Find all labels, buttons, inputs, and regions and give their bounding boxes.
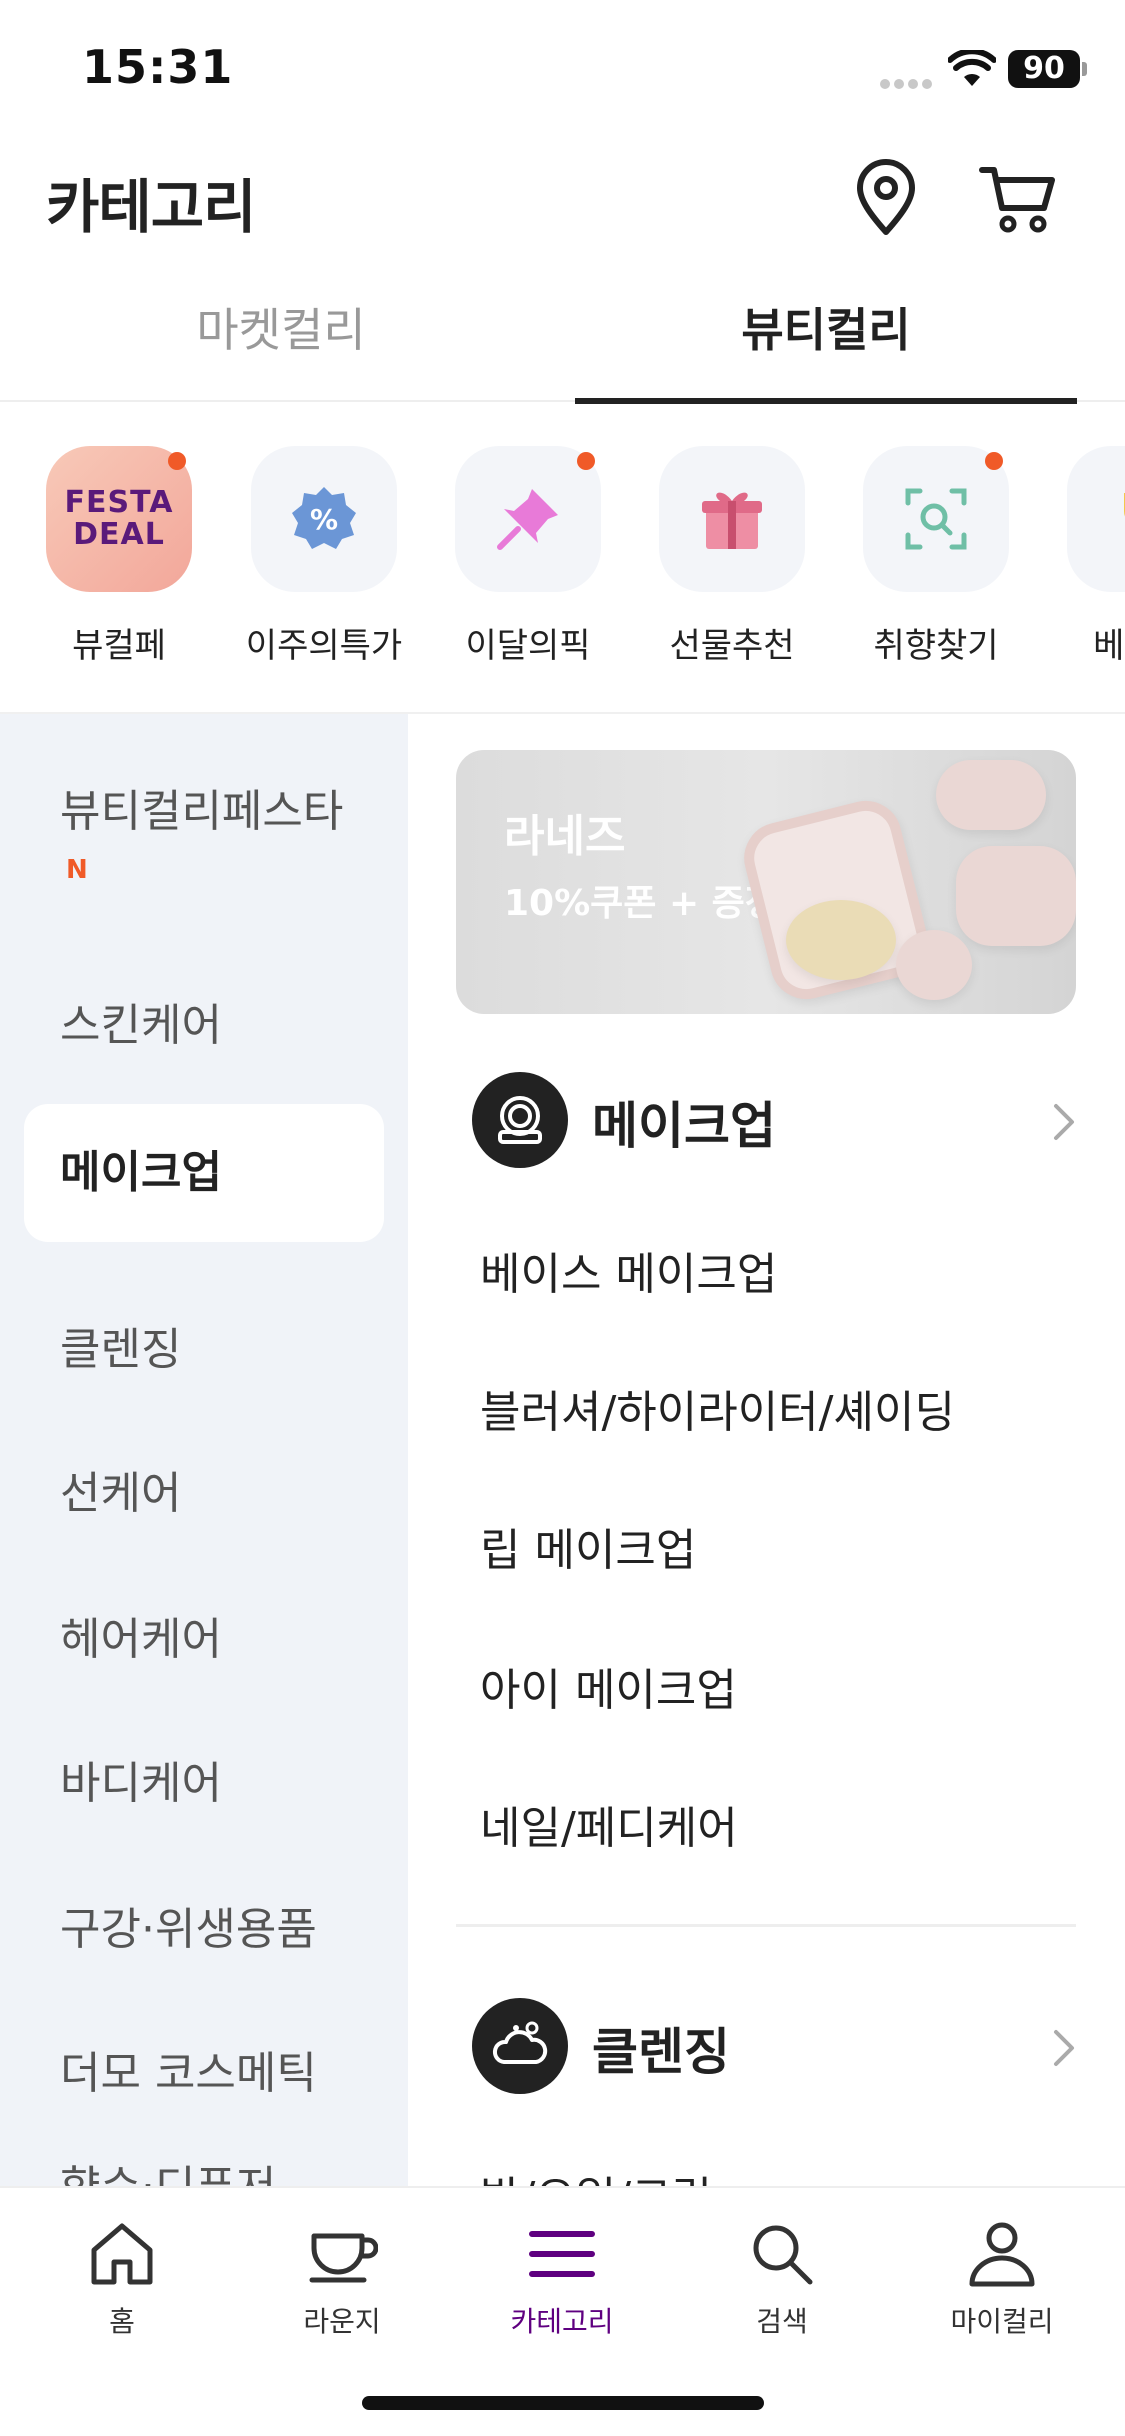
new-dot-badge [577, 452, 595, 470]
search-icon [753, 2225, 813, 2285]
location-pin-icon[interactable] [850, 158, 922, 238]
sidebar-item-bodycare[interactable]: 바디케어 [24, 1752, 384, 1816]
trophy-icon [1067, 446, 1125, 592]
nav-my-kurly[interactable]: 마이컬리 [912, 2218, 1092, 2340]
sidebar-item-haircare[interactable]: 헤어케어 [24, 1608, 384, 1672]
section-title: 클렌징 [592, 2023, 730, 2081]
tab-market-kurly[interactable]: 마켓컬리 [0, 290, 562, 402]
banner-title: 라네즈 [504, 811, 626, 862]
nav-label: 홈 [109, 2305, 135, 2338]
sidebar-item-oral-hygiene[interactable]: 구강·위생용품 [24, 1898, 384, 1962]
cup-icon [309, 2233, 378, 2283]
category-sidebar: 뷰티컬리페스타N 스킨케어 메이크업 클렌징 선케어 헤어케어 바디케어 구강·… [0, 714, 408, 2186]
section-header-makeup[interactable]: 메이크업 [472, 1072, 1074, 1172]
sidebar-item-suncare[interactable]: 선케어 [24, 1462, 384, 1526]
nav-label: 검색 [756, 2305, 808, 2338]
header: 카테고리 [0, 140, 1125, 260]
page-title: 카테고리 [46, 173, 256, 241]
person-icon [969, 2222, 1035, 2287]
home-indicator[interactable] [362, 2396, 764, 2410]
tab-beauty-kurly[interactable]: 뷰티컬리 [575, 290, 1077, 404]
festa-deal-icon: FESTA DEAL [46, 446, 192, 592]
sidebar-item-perfume[interactable]: 향수·디퓨저 [24, 2156, 384, 2186]
section-header-cleansing[interactable]: 클렌징 [472, 1998, 1074, 2098]
search-frame-icon [863, 446, 1009, 592]
quick-item-label: 뷰컬페 [72, 626, 166, 666]
promo-banner[interactable]: 라네즈 10%쿠폰 + 증정 [456, 750, 1076, 1014]
chevron-right-icon [1054, 1104, 1074, 1140]
subcategory-item[interactable]: 아이 메이크업 [480, 1654, 737, 1718]
subcategory-item[interactable]: 블러셔/하이라이터/셰이딩 [480, 1376, 955, 1440]
quick-item-label: 이주의특가 [245, 626, 403, 666]
quick-item-taste[interactable]: 취향찾기 [851, 446, 1021, 667]
subcategory-item[interactable]: 립 메이크업 [480, 1514, 696, 1578]
pushpin-icon [455, 446, 601, 592]
quick-item-gift[interactable]: 선물추천 [647, 446, 817, 667]
quick-menu: FESTA DEAL 뷰컬페 % 이주의특가 이달의픽 선물추천 취향찾기 베 [0, 402, 1125, 714]
svg-text:%: % [310, 503, 338, 536]
section-divider [456, 1924, 1076, 1927]
nav-label: 카테고리 [510, 2305, 614, 2338]
cleansing-bubble-icon [472, 1998, 568, 2094]
battery-icon: 90 [1008, 50, 1080, 88]
makeup-compact-icon [472, 1072, 568, 1168]
category-content: 라네즈 10%쿠폰 + 증정 메이크업 베이스 메이크업 블러셔/하이라이터/셰… [408, 714, 1125, 2186]
quick-item-label: 선물추천 [669, 626, 795, 666]
subcategory-item[interactable]: 밤/오일/크림 [480, 2162, 712, 2186]
nav-home[interactable]: 홈 [32, 2218, 212, 2340]
banner-subtitle: 10%쿠폰 + 증정 [504, 883, 778, 924]
nav-label: 라운지 [303, 2305, 381, 2338]
sidebar-item-dermo[interactable]: 더모 코스메틱 [24, 2042, 384, 2106]
status-time: 15:31 [82, 40, 234, 94]
quick-item-label: 이달의픽 [465, 626, 591, 666]
wifi-icon [948, 50, 996, 86]
home-icon [91, 2223, 153, 2285]
chevron-right-icon [1054, 2030, 1074, 2066]
signal-icon [880, 74, 936, 89]
section-title: 메이크업 [592, 1097, 776, 1155]
subcategory-item[interactable]: 네일/페디케어 [480, 1792, 738, 1856]
quick-item-label: 취향찾기 [873, 626, 999, 666]
sidebar-item-makeup[interactable]: 메이크업 [24, 1104, 384, 1242]
quick-item-best[interactable]: 베스트 [1055, 446, 1125, 667]
new-badge: N [66, 855, 88, 885]
sidebar-item-skincare[interactable]: 스킨케어 [24, 994, 384, 1058]
new-dot-badge [985, 452, 1003, 470]
nav-category[interactable]: 카테고리 [472, 2218, 652, 2340]
cart-icon[interactable] [978, 162, 1058, 234]
nav-label: 마이컬리 [950, 2305, 1054, 2338]
sidebar-item-festa[interactable]: 뷰티컬리페스타N [24, 780, 354, 908]
category-tabs: 마켓컬리 뷰티컬리 [0, 290, 1125, 404]
quick-item-weekly-deal[interactable]: % 이주의특가 [239, 446, 409, 667]
menu-icon [529, 2231, 595, 2277]
percent-badge-icon: % [251, 446, 397, 592]
new-dot-badge [168, 452, 186, 470]
quick-item-monthly-pick[interactable]: 이달의픽 [443, 446, 613, 667]
sidebar-item-cleansing[interactable]: 클렌징 [24, 1318, 384, 1382]
status-bar: 15:31 90 [0, 0, 1125, 140]
subcategory-item[interactable]: 베이스 메이크업 [480, 1238, 777, 1302]
nav-search[interactable]: 검색 [692, 2218, 872, 2340]
quick-item-label: 베스트 [1093, 626, 1125, 666]
quick-item-festa[interactable]: FESTA DEAL 뷰컬페 [34, 446, 204, 667]
nav-lounge[interactable]: 라운지 [252, 2218, 432, 2340]
gift-icon [659, 446, 805, 592]
